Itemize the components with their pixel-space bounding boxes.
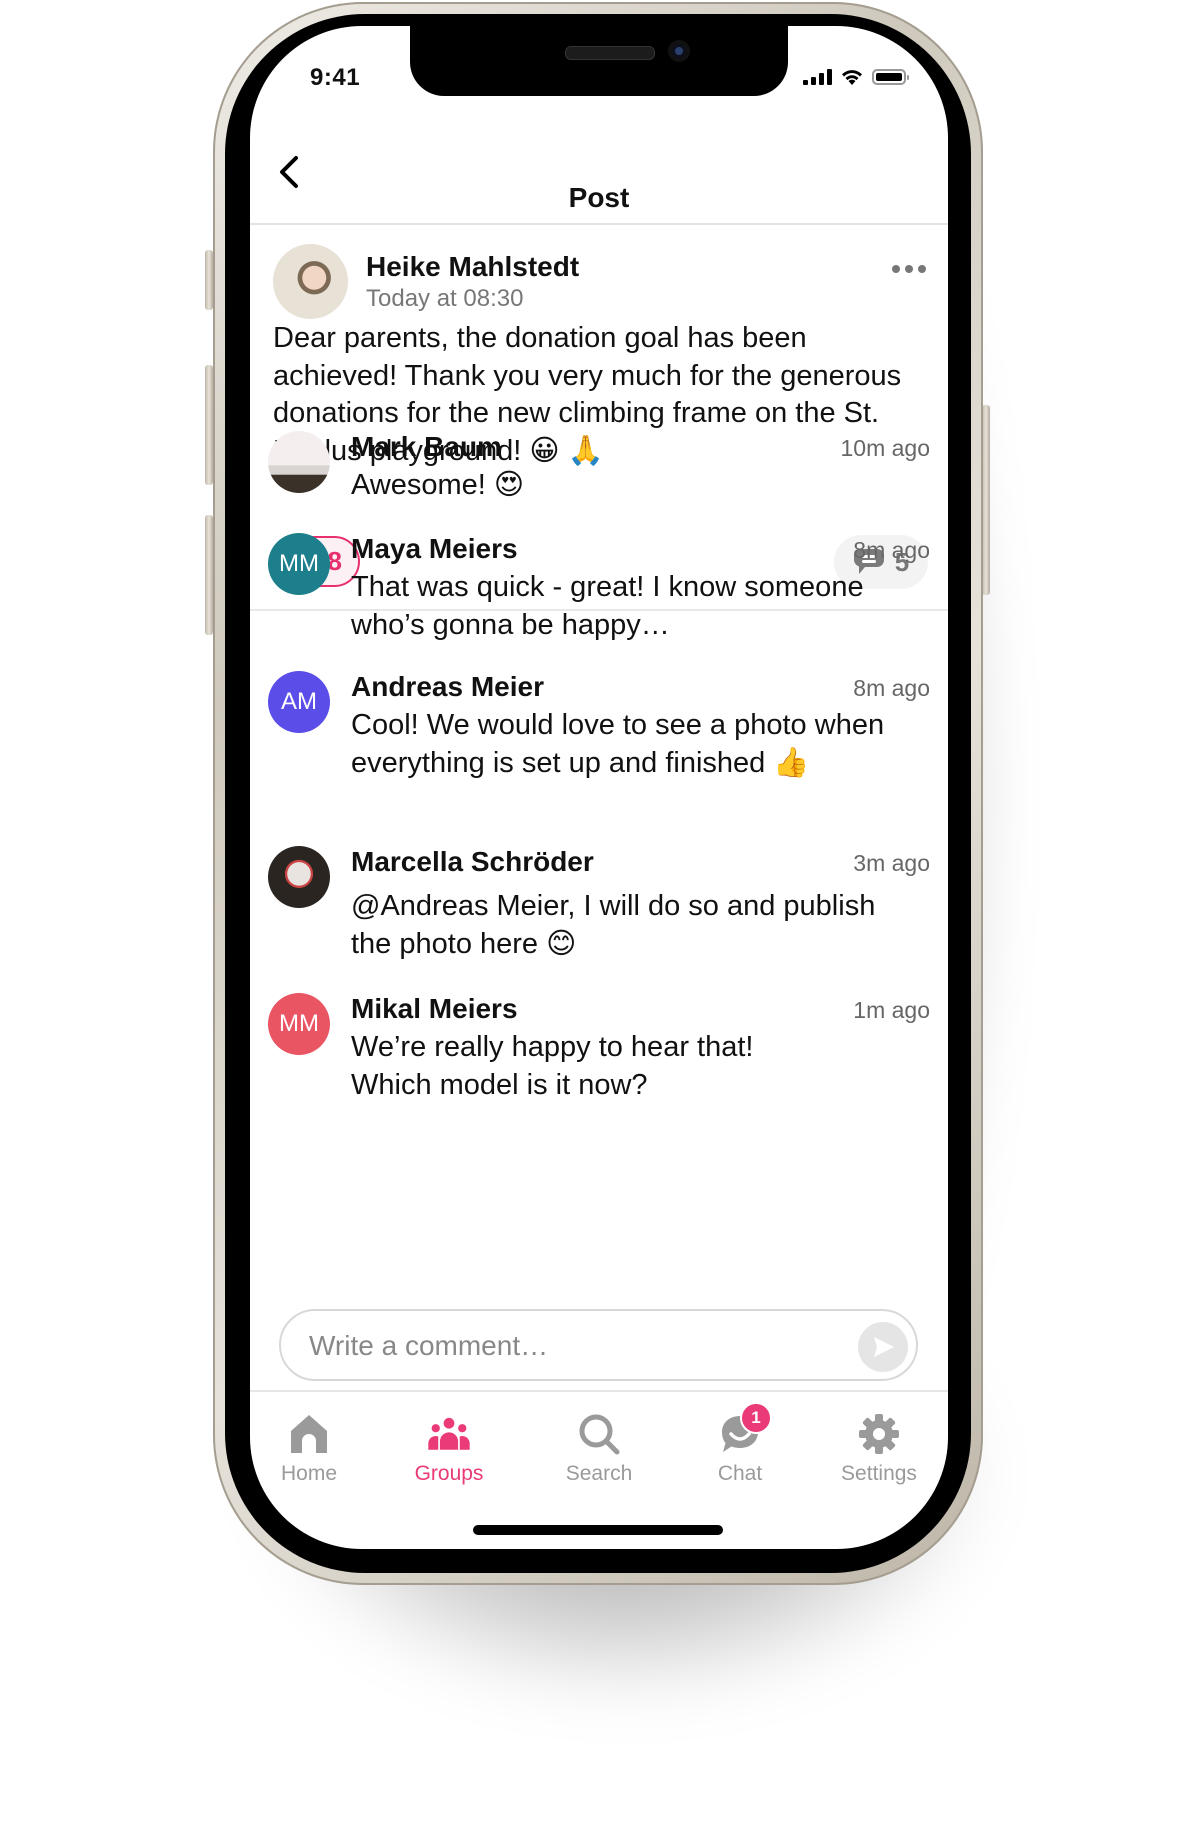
send-icon — [874, 1337, 894, 1357]
tab-label: Settings — [841, 1462, 917, 1485]
comment-time: 10m ago — [840, 435, 930, 461]
volume-up-button — [205, 365, 213, 485]
search-icon — [575, 1410, 623, 1458]
comment-input[interactable] — [307, 1311, 841, 1381]
comment-time: 1m ago — [853, 997, 930, 1023]
phone-screen: 9:41 Post Heike Mahlstedt Today at 08:30… — [250, 26, 948, 1549]
home-indicator[interactable] — [473, 1525, 723, 1535]
comment-text: We’re really happy to hear that! Which m… — [351, 1031, 754, 1101]
front-camera — [668, 40, 690, 62]
comment-time: 3m ago — [853, 850, 930, 876]
more-horizontal-icon — [892, 265, 900, 273]
avatar-initials: AM — [281, 688, 317, 715]
signal-icon — [803, 69, 832, 85]
notch — [410, 26, 788, 96]
commenter-name[interactable]: Maya Meiers — [351, 533, 518, 565]
mute-switch — [205, 250, 213, 310]
navigation-bar: Post — [250, 122, 948, 225]
tab-label: Chat — [717, 1462, 763, 1485]
status-time: 9:41 — [310, 64, 361, 91]
tab-label: Home — [280, 1462, 338, 1485]
gear-icon — [855, 1410, 903, 1458]
post-author[interactable]: Heike Mahlstedt — [366, 251, 579, 283]
more-options-button[interactable] — [892, 265, 926, 273]
commenter-name[interactable]: Mark Baum — [351, 431, 502, 463]
comment-time: 8m ago — [853, 537, 930, 563]
commenter-avatar[interactable]: MM — [268, 993, 330, 1055]
dot — [918, 265, 926, 273]
commenter-name[interactable]: Mikal Meiers — [351, 993, 518, 1025]
tab-groups[interactable]: Groups — [379, 1410, 519, 1486]
commenter-avatar[interactable]: AM — [268, 671, 330, 733]
commenter-avatar[interactable] — [268, 431, 330, 493]
tab-search[interactable]: Search — [529, 1410, 669, 1486]
author-avatar[interactable] — [273, 244, 348, 319]
home-icon — [285, 1410, 333, 1458]
volume-down-button — [205, 515, 213, 635]
speaker — [565, 46, 655, 60]
battery-icon — [872, 69, 909, 85]
wifi-icon — [842, 70, 862, 85]
tab-label: Groups — [414, 1462, 484, 1485]
chat-icon: 1 — [716, 1402, 772, 1458]
comment-text: That was quick - great! I know someone w… — [351, 571, 864, 641]
commenter-name[interactable]: Marcella Schröder — [351, 846, 594, 878]
power-button — [982, 405, 990, 595]
comment-input-container — [279, 1309, 918, 1381]
chat-badge: 1 — [740, 1402, 772, 1434]
comment-text: @Andreas Meier, I will do so and publish… — [351, 890, 876, 960]
send-button[interactable] — [858, 1322, 908, 1372]
commenter-name[interactable]: Andreas Meier — [351, 671, 544, 703]
tab-chat[interactable]: 1 Chat — [670, 1402, 810, 1486]
comment-time: 8m ago — [853, 675, 930, 701]
tab-label: Search — [565, 1462, 633, 1485]
tab-home[interactable]: Home — [250, 1410, 379, 1486]
comment-text: Awesome! 😍 — [351, 469, 525, 501]
post-timestamp: Today at 08:30 — [366, 285, 524, 312]
status-icons — [803, 68, 909, 86]
dot — [905, 265, 913, 273]
groups-icon — [425, 1410, 473, 1458]
avatar-initials: MM — [279, 550, 319, 577]
commenter-avatar[interactable]: MM — [268, 533, 330, 595]
comment-text: Cool! We would love to see a photo when … — [351, 709, 885, 779]
avatar-initials: MM — [279, 1010, 319, 1037]
page-title: Post — [568, 182, 630, 213]
commenter-avatar[interactable] — [268, 846, 330, 908]
tab-settings[interactable]: Settings — [809, 1410, 948, 1486]
